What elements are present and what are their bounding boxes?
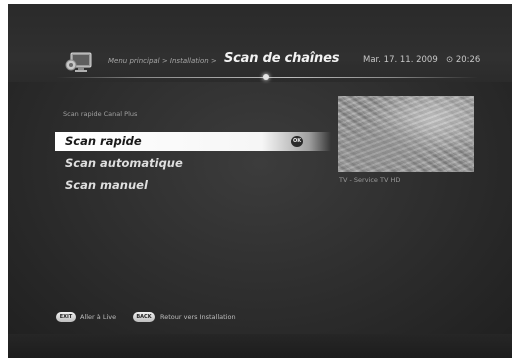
- back-key-label: Retour vers Installation: [160, 313, 236, 321]
- live-preview-window: [338, 96, 474, 172]
- back-key-icon[interactable]: BACK: [133, 312, 155, 322]
- exit-key-label: Aller à Live: [80, 313, 117, 321]
- menu-item-label: Scan automatique: [65, 156, 183, 170]
- menu-item-scan-rapide[interactable]: Scan rapide OK: [55, 132, 331, 151]
- menu-item-label: Scan rapide: [65, 134, 142, 148]
- header-bar: Menu principal > Installation > Scan de …: [8, 4, 512, 82]
- bottom-band: [8, 334, 512, 358]
- header-divider-dot: [263, 74, 269, 80]
- exit-key-icon[interactable]: EXIT: [56, 312, 76, 322]
- ok-button-icon: OK: [291, 136, 303, 147]
- tv-screen: Menu principal > Installation > Scan de …: [8, 4, 512, 358]
- menu-item-scan-manuel[interactable]: Scan manuel: [55, 176, 331, 195]
- page-title: Scan de chaînes: [224, 51, 340, 66]
- tv-settings-icon: [65, 52, 92, 72]
- breadcrumb: Menu principal > Installation >: [108, 57, 217, 65]
- menu-item-label: Scan manuel: [65, 178, 148, 192]
- preview-caption: TV - Service TV HD: [339, 176, 401, 184]
- section-label: Scan rapide Canal Plus: [63, 110, 138, 118]
- date-display: Mar. 17. 11. 2009: [363, 55, 438, 65]
- clock-display: ⊙ 20:26: [446, 55, 481, 65]
- menu-item-scan-automatique[interactable]: Scan automatique: [55, 154, 331, 173]
